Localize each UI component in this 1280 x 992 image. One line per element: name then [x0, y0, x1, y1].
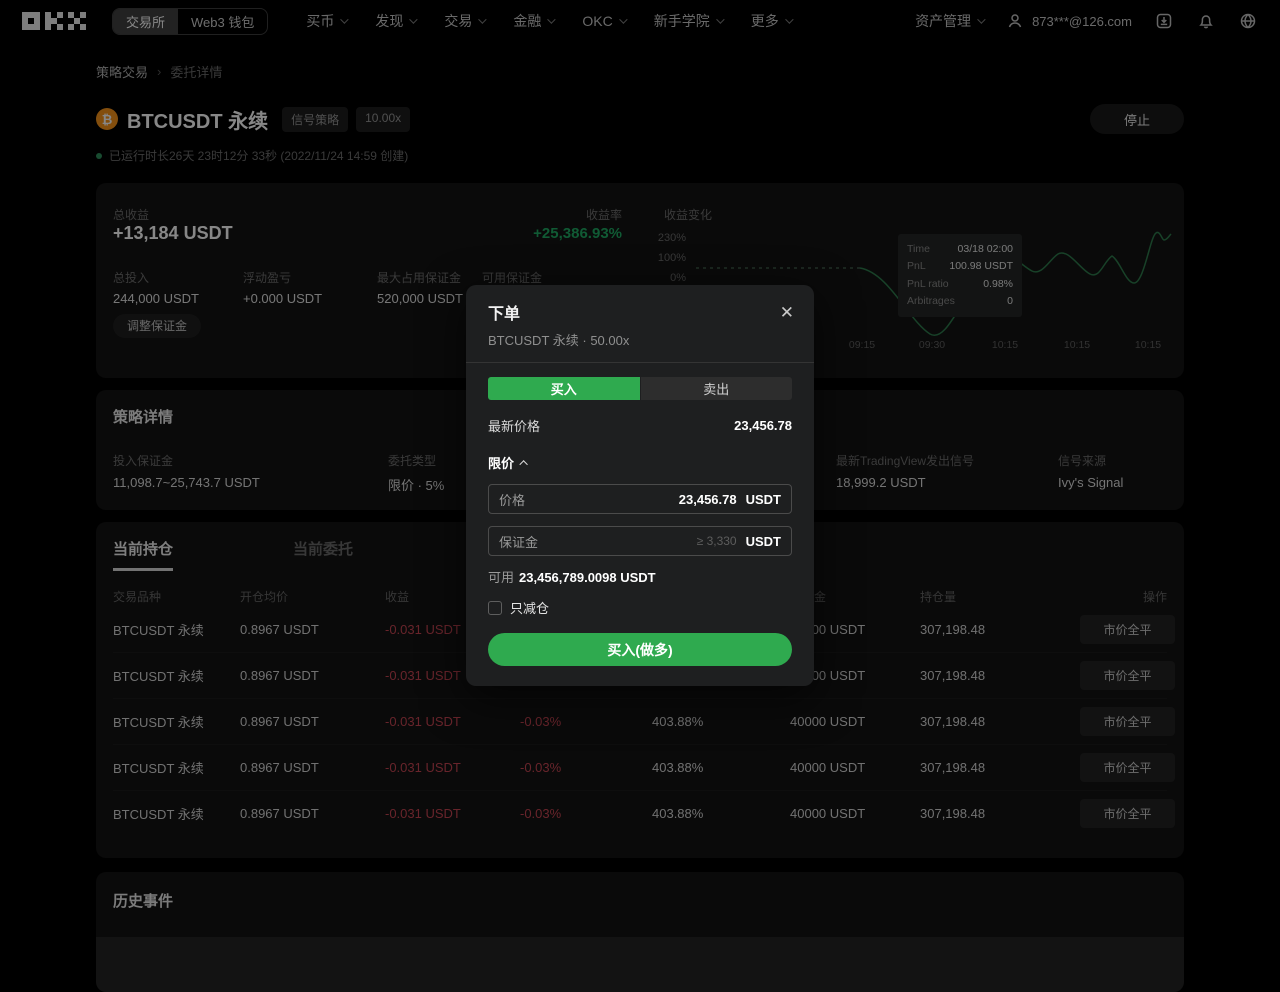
- available-label: 可用: [488, 570, 514, 585]
- latest-price-value: 23,456.78: [734, 418, 792, 433]
- modal-subtitle: BTCUSDT 永续 · 50.00x: [488, 330, 792, 349]
- close-icon[interactable]: ✕: [780, 304, 794, 321]
- available-balance-row: 可用 23,456,789.0098 USDT: [488, 567, 792, 586]
- latest-price-row: 最新价格 23,456.78: [488, 416, 792, 435]
- chevron-up-icon: [519, 460, 527, 468]
- price-input-unit: USDT: [746, 492, 781, 507]
- margin-input-placeholder: ≥ 3,330: [697, 534, 737, 548]
- reduce-only-option[interactable]: 只减仓: [488, 598, 792, 617]
- available-value: 23,456,789.0098 USDT: [519, 570, 656, 585]
- price-input[interactable]: 价格 23,456.78 USDT: [488, 484, 792, 514]
- buy-long-submit-button[interactable]: 买入(做多): [488, 633, 792, 666]
- price-input-label: 价格: [499, 490, 525, 509]
- margin-input-unit: USDT: [746, 534, 781, 549]
- reduce-only-checkbox[interactable]: [488, 601, 502, 615]
- modal-title: 下单: [488, 300, 792, 324]
- buy-sell-tabs: 买入 卖出: [488, 377, 792, 400]
- reduce-only-label: 只减仓: [510, 598, 549, 617]
- order-type-dropdown[interactable]: 限价: [488, 453, 792, 472]
- sell-tab[interactable]: 卖出: [641, 377, 793, 400]
- buy-tab[interactable]: 买入: [488, 377, 640, 400]
- margin-input-label: 保证金: [499, 532, 538, 551]
- margin-input[interactable]: 保证金 ≥ 3,330 USDT: [488, 526, 792, 556]
- price-input-value: 23,456.78: [679, 492, 737, 507]
- latest-price-label: 最新价格: [488, 416, 540, 435]
- place-order-modal: 下单 BTCUSDT 永续 · 50.00x ✕ 买入 卖出 最新价格 23,4…: [466, 285, 814, 686]
